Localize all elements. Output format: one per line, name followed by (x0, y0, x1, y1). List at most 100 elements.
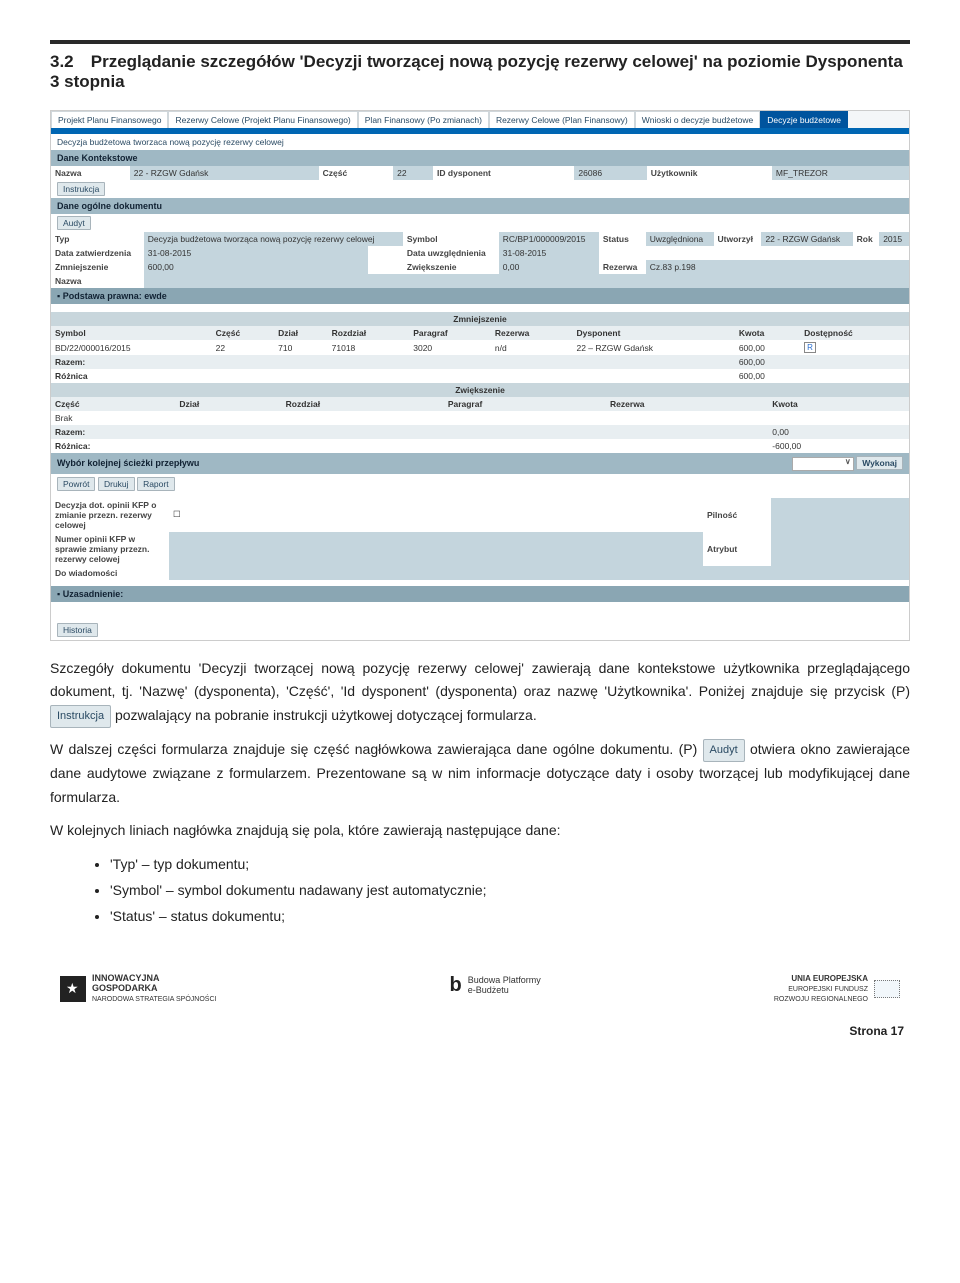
data-zatw-label: Data zatwierdzenia (51, 246, 144, 260)
tab-wnioski[interactable]: Wnioski o decyzje budżetowe (635, 111, 761, 128)
do-wiad-value (169, 566, 909, 580)
bullet-list: 'Typ' – typ dokumentu; 'Symbol' – symbol… (50, 856, 910, 924)
audyt-button[interactable]: Audyt (57, 216, 91, 230)
tab-rezerwy-plan[interactable]: Rezerwy Celowe (Plan Finansowy) (489, 111, 635, 128)
table-row: BD/22/000016/2015 22 710 71018 3020 n/d … (51, 340, 909, 355)
para2a: W dalszej części formularza znajduje się… (50, 741, 703, 757)
cell-dzial: 710 (274, 340, 327, 355)
cell-symbol: BD/22/000016/2015 (51, 340, 212, 355)
zwiek-label: Zwiększenie (403, 260, 499, 274)
col-dostep: Dostępność (800, 326, 909, 340)
drukuj-button[interactable]: Drukuj (98, 477, 135, 491)
logo1-line1: INNOWACYJNA (92, 973, 160, 983)
id-value: 26086 (574, 166, 646, 180)
top-divider (50, 40, 910, 44)
b-icon: b (450, 974, 462, 997)
footer-logos: INNOWACYJNA GOSPODARKA NARODOWA STRATEGI… (50, 974, 910, 1004)
list-item: 'Typ' – typ dokumentu; (110, 856, 910, 872)
raport-button[interactable]: Raport (137, 477, 175, 491)
main-tabs: Projekt Planu Finansowego Rezerwy Celowe… (51, 111, 909, 128)
col-rezerwa: Rezerwa (491, 326, 573, 340)
zmn-roznica: 600,00 (735, 369, 909, 383)
historia-button[interactable]: Historia (57, 623, 98, 637)
logo-innowacyjna: INNOWACYJNA GOSPODARKA NARODOWA STRATEGI… (60, 974, 216, 1004)
logo2-line2: e-Budżetu (468, 985, 509, 995)
list-item: 'Symbol' – symbol dokumentu nadawany jes… (110, 882, 910, 898)
nazwa2-value (144, 274, 909, 288)
col-paragraf: Paragraf (409, 326, 491, 340)
logo1-line2: GOSPODARKA (92, 983, 158, 993)
instrukcja-button[interactable]: Instrukcja (57, 182, 105, 196)
rezerwa-label: Rezerwa (599, 260, 646, 274)
status-label: Status (599, 232, 646, 246)
cell-rozdzial: 71018 (328, 340, 410, 355)
zmniejszenie-header: Zmniejszenie (51, 312, 909, 326)
data-uwz-label: Data uwzględnienia (403, 246, 499, 260)
zmn-value: 600,00 (144, 260, 368, 274)
data-zatw-value: 31-08-2015 (144, 246, 368, 260)
tab-plan-po-zmianach[interactable]: Plan Finansowy (Po zmianach) (358, 111, 489, 128)
id-label: ID dysponent (433, 166, 574, 180)
section-wybor: Wybór kolejnej ścieżki przepływu Wykonaj (51, 453, 909, 474)
rok-label: Rok (853, 232, 880, 246)
roznica2-label: Różnica: (51, 439, 768, 453)
logo-eu: UNIA EUROPEJSKA EUROPEJSKI FUNDUSZ ROZWO… (774, 974, 900, 1004)
cell-czesc: 22 (212, 340, 275, 355)
numer-opinii-label: Numer opinii KFP w sprawie zmiany przezn… (51, 532, 169, 566)
r-badge[interactable]: R (804, 342, 816, 353)
data-uwz-value: 31-08-2015 (499, 246, 599, 260)
cell-paragraf: 3020 (409, 340, 491, 355)
logo2-line1: Budowa Platformy (468, 975, 541, 985)
logo3-line3: ROZWOJU REGIONALNEGO (774, 996, 868, 1003)
workflow-select[interactable] (792, 457, 854, 471)
star-icon (60, 976, 86, 1002)
zwiek-roznica: -600,00 (768, 439, 909, 453)
wykonaj-button[interactable]: Wykonaj (856, 456, 903, 470)
roznica-label: Różnica (51, 369, 735, 383)
uzytkownik-value: MF_TREZOR (772, 166, 909, 180)
eu-flag-icon (874, 980, 900, 998)
numer-opinii-value (169, 532, 703, 566)
section-podstawa[interactable]: ▪ Podstawa prawna: ewde (51, 288, 909, 304)
tab-decyzje[interactable]: Decyzje budżetowe (760, 111, 848, 128)
logo3-line2: EUROPEJSKI FUNDUSZ (788, 986, 868, 993)
uzasadnienie-label: Uzasadnienie: (63, 589, 124, 599)
body-text: Szczegóły dokumentu 'Decyzji tworzącej n… (50, 657, 910, 844)
rok-value: 2015 (879, 232, 909, 246)
razem-label: Razem: (51, 355, 735, 369)
typ-value: Decyzja budżetowa tworząca nową pozycję … (144, 232, 403, 246)
tab-projekt-planu[interactable]: Projekt Planu Finansowego (51, 111, 168, 128)
typ-label: Typ (51, 232, 144, 246)
rezerwa-value: Cz.83 p.198 (646, 260, 909, 274)
col-rozdzial: Rozdział (328, 326, 410, 340)
symbol-label: Symbol (403, 232, 499, 246)
atrybut-label: Atrybut (703, 532, 771, 566)
zwiekszenie-header: Zwiększenie (51, 383, 909, 397)
status-value: Uwzględniona (646, 232, 714, 246)
cell-kwota: 600,00 (735, 340, 800, 355)
para1b: pozwalający na pobranie instrukcji użytk… (115, 707, 537, 723)
zwiek-razem: 0,00 (768, 425, 909, 439)
utworzyl-value: 22 - RZGW Gdańsk (761, 232, 852, 246)
kontekst-row: Nazwa 22 - RZGW Gdańsk Część 22 ID dyspo… (51, 166, 909, 180)
section-uzasadnienie[interactable]: ▪ Uzasadnienie: (51, 586, 909, 602)
col-dzial: Dział (274, 326, 327, 340)
col-czesc: Część (212, 326, 275, 340)
tab-rezerwy-projekt[interactable]: Rezerwy Celowe (Projekt Planu Finansoweg… (168, 111, 357, 128)
cell-dysp: 22 – RZGW Gdańsk (572, 340, 734, 355)
zcol-paragraf: Paragraf (444, 397, 606, 411)
nazwa-value: 22 - RZGW Gdańsk (130, 166, 319, 180)
inline-audyt-button: Audyt (703, 739, 745, 762)
col-kwota: Kwota (735, 326, 800, 340)
powrot-button[interactable]: Powrót (57, 477, 95, 491)
czesc-value: 22 (393, 166, 433, 180)
nazwa-label: Nazwa (51, 166, 130, 180)
breadcrumb: Decyzja budżetowa tworzaca nową pozycję … (51, 134, 909, 150)
uzytkownik-label: Użytkownik (647, 166, 772, 180)
heading-title: Przeglądanie szczegółów 'Decyzji tworząc… (50, 52, 903, 91)
zcol-rezerwa: Rezerwa (606, 397, 768, 411)
section-heading: 3.2 Przeglądanie szczegółów 'Decyzji two… (50, 52, 910, 92)
brak-row: Brak (51, 411, 909, 425)
pilnosc-value (771, 498, 909, 532)
checkbox-dec-opinii[interactable]: ☐ (173, 509, 181, 519)
